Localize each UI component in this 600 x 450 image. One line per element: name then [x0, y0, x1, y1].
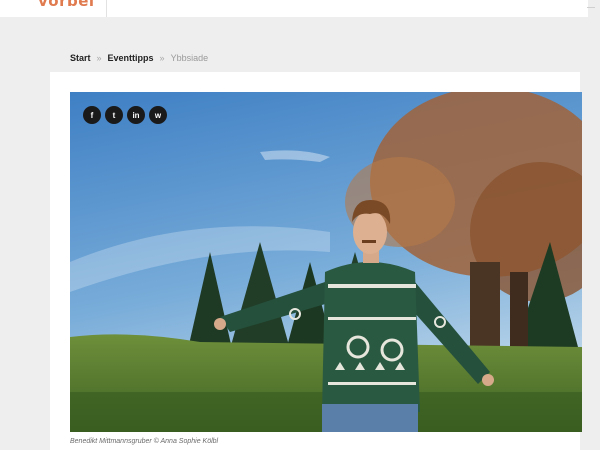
breadcrumb-start[interactable]: Start — [70, 53, 91, 63]
breadcrumb-separator: » — [159, 53, 165, 63]
breadcrumb-separator: » — [96, 53, 102, 63]
scrollbar-marker — [587, 7, 595, 8]
twitter-icon[interactable]: t — [105, 106, 123, 124]
whatsapp-icon[interactable]: w — [149, 106, 167, 124]
breadcrumb-current: Ybbsiade — [170, 53, 209, 63]
site-logo[interactable]: vorbei — [38, 0, 95, 10]
breadcrumb: Start » Eventtipps » Ybbsiade — [70, 53, 208, 63]
header-divider — [106, 0, 107, 17]
site-header: vorbei — [0, 0, 588, 17]
breadcrumb-eventtipps[interactable]: Eventtipps — [108, 53, 154, 63]
linkedin-icon[interactable]: in — [127, 106, 145, 124]
article-photo — [70, 92, 582, 432]
facebook-icon[interactable]: f — [83, 106, 101, 124]
photo-caption: Benedikt Mittmannsgruber © Anna Sophie K… — [70, 438, 219, 445]
share-bar: f t in w — [83, 106, 167, 124]
